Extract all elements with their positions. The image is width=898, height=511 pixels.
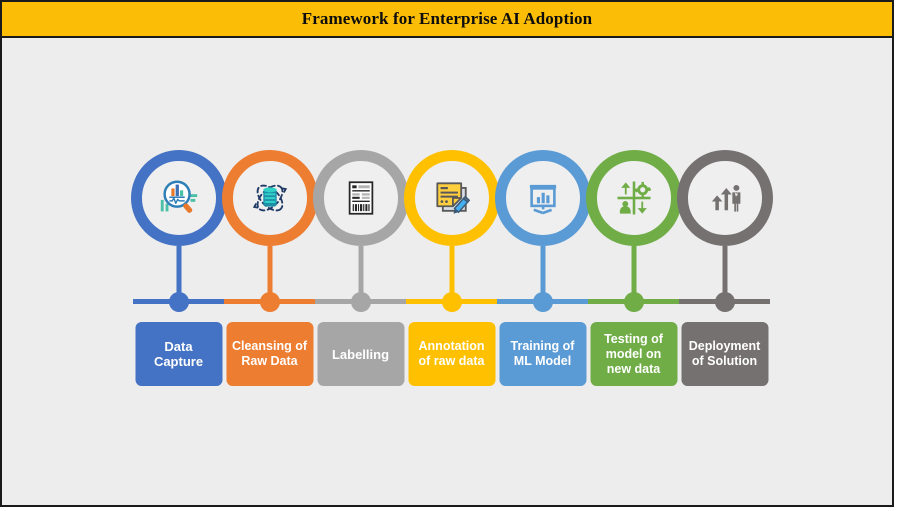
stage-testing-model-new-data[interactable]: Testing of model on new data — [585, 40, 682, 509]
stage-label-line-2: model on — [605, 346, 662, 361]
stage-labelling[interactable]: Labelling — [312, 40, 409, 509]
growth-arrows-person-icon — [677, 150, 773, 246]
stage-label-line-2: of raw data — [418, 354, 485, 368]
stage-label-line-3: new data — [606, 361, 661, 376]
stage-label-line-2: ML Model — [513, 354, 572, 368]
barcode-label-document-icon — [313, 150, 409, 246]
timeline-node — [168, 292, 189, 312]
page-title: Framework for Enterprise AI Adoption — [301, 9, 593, 28]
stage-training-ml-model[interactable]: Training of ML Model — [494, 40, 591, 509]
stage-icon-circle — [312, 150, 409, 246]
stage-label-box[interactable]: Annotation of raw data — [408, 322, 495, 386]
stage-icon-circle — [130, 150, 227, 246]
presentation-chart-icon — [495, 150, 591, 246]
stage-label: Training of ML Model — [511, 339, 575, 369]
stage-icon-circle — [585, 150, 682, 246]
timeline-node — [259, 292, 280, 312]
stage-label: Data Capture — [154, 339, 203, 369]
stage-label-line-1: Labelling — [331, 346, 390, 362]
stage-icon-circle — [676, 150, 773, 246]
stage-label-line-1: Data — [164, 339, 193, 354]
stage-data-capture[interactable]: Data Capture — [130, 40, 227, 509]
process-flow-diagram: Data Capture Cleansing of Raw Data Label… — [2, 40, 892, 509]
stage-label-line-1: Training of — [510, 339, 575, 353]
stage-label-line-1: Cleansing of — [231, 339, 307, 353]
magnifier-bar-chart-icon — [131, 150, 227, 246]
stage-annotation-raw-data[interactable]: Annotation of raw data — [403, 40, 500, 509]
atom-database-icon — [222, 150, 318, 246]
stage-label: Deployment of Solution — [689, 339, 761, 369]
stage-label-box[interactable]: Testing of model on new data — [590, 322, 677, 386]
stage-label-box[interactable]: Cleansing of Raw Data — [226, 322, 313, 386]
stage-label-box[interactable]: Labelling — [317, 322, 404, 386]
stage-label-line-1: Testing of — [604, 331, 663, 346]
stage-label-line-2: Capture — [153, 354, 204, 369]
stage-label-box[interactable]: Data Capture — [135, 322, 222, 386]
stage-label-box[interactable]: Training of ML Model — [499, 322, 586, 386]
stage-label: Labelling — [332, 347, 389, 362]
stage-label-line-2: Raw Data — [241, 354, 298, 368]
note-pencil-annotation-icon — [404, 150, 500, 246]
quadrant-test-matrix-icon — [586, 150, 682, 246]
stage-icon-circle — [403, 150, 500, 246]
slide-canvas: Framework for Enterprise AI Adoption Dat… — [0, 0, 894, 507]
stage-cleansing-raw-data[interactable]: Cleansing of Raw Data — [221, 40, 318, 509]
stage-icon-circle — [494, 150, 591, 246]
timeline-node — [350, 292, 371, 312]
stage-label: Cleansing of Raw Data — [232, 339, 307, 369]
stage-label-box[interactable]: Deployment of Solution — [681, 322, 768, 386]
stage-label: Testing of model on new data — [604, 332, 663, 377]
timeline-node — [714, 292, 735, 312]
title-bar: Framework for Enterprise AI Adoption — [2, 2, 892, 38]
timeline-node — [441, 292, 462, 312]
stage-label-line-2: of Solution — [691, 354, 758, 368]
timeline-node — [532, 292, 553, 312]
stage-label-line-1: Annotation — [418, 339, 485, 353]
stage-deployment-of-solution[interactable]: Deployment of Solution — [676, 40, 773, 509]
stage-label: Annotation of raw data — [419, 339, 485, 369]
stage-icon-circle — [221, 150, 318, 246]
stage-label-line-1: Deployment — [688, 339, 761, 353]
timeline-node — [623, 292, 644, 312]
